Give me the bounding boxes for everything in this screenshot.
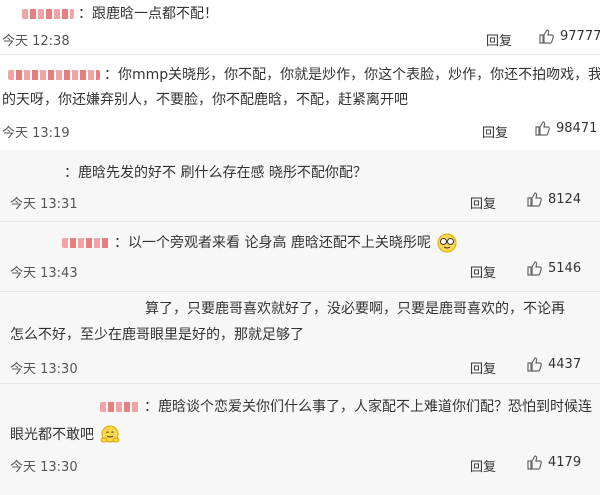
comment-body-line-2: 眼光都不敢吧 bbox=[10, 427, 94, 443]
like-button[interactable]: 8124 bbox=[526, 191, 581, 207]
comment-text: ：鹿晗谈个恋爱关你们什么事了，人家配不上难道你们配？恐怕到时候连 bbox=[100, 396, 592, 418]
comment-item: ：鹿晗先发的好不 刷什么存在感 晓彤不配你配？ 今天 13:31 回复 8124 bbox=[0, 150, 600, 220]
comment-item: ：以一个旁观者来看 论身高 鹿晗还配不上关晓彤呢 今天 13:43 回复 514… bbox=[0, 222, 600, 290]
reply-button[interactable]: 回复 bbox=[470, 262, 496, 281]
hugging-face-emoji bbox=[100, 425, 120, 443]
redacted-username bbox=[22, 9, 74, 19]
comment-time: 今天 13:19 bbox=[2, 126, 70, 141]
comment-body-line-2: 怎么不好，至少在鹿哥眼里是好的，那就足够了 bbox=[10, 327, 304, 343]
like-button[interactable]: 97777 bbox=[538, 28, 600, 44]
comment-text: 怎么不好，至少在鹿哥眼里是好的，那就足够了 bbox=[10, 324, 304, 346]
comment-body: ：鹿晗先发的好不 刷什么存在感 晓彤不配你配？ bbox=[64, 165, 367, 181]
like-button[interactable]: 4179 bbox=[526, 454, 581, 470]
comment-time: 今天 12:38 bbox=[2, 34, 70, 49]
thumbs-up-icon bbox=[539, 29, 554, 44]
like-count: 98471 bbox=[556, 120, 598, 136]
comment-text: 眼光都不敢吧 bbox=[10, 424, 120, 446]
like-count: 4179 bbox=[548, 454, 582, 470]
comment-time: 今天 13:31 bbox=[10, 197, 78, 212]
like-count: 5146 bbox=[548, 260, 582, 276]
comment-time: 今天 13:30 bbox=[10, 362, 78, 377]
thumbs-up-icon bbox=[527, 357, 542, 372]
comment-text: 算了，只要鹿哥喜欢就好了，没必要啊，只要是鹿哥喜欢的，不论再 bbox=[145, 298, 565, 320]
comment-text: ：跟鹿晗一点都不配！ bbox=[22, 3, 218, 25]
glasses-face-emoji bbox=[437, 233, 457, 253]
comment-item: ：你mmp关晓彤，你不配，你就是炒作，你这个表脸，炒作，你还不拍吻戏，我 的天呀… bbox=[0, 56, 600, 148]
reply-button[interactable]: 回复 bbox=[470, 358, 496, 377]
like-button[interactable]: 5146 bbox=[526, 260, 581, 276]
reply-button[interactable]: 回复 bbox=[486, 30, 512, 49]
comment-item: ：跟鹿晗一点都不配！ 今天 12:38 回复 97777 bbox=[0, 0, 600, 52]
comment-text: 的天呀，你还嫌弃别人，不要脸，你不配鹿晗，不配，赶紧离开吧 bbox=[2, 89, 408, 111]
reply-button[interactable]: 回复 bbox=[470, 456, 496, 475]
redacted-username bbox=[62, 238, 110, 248]
thumbs-up-icon bbox=[527, 261, 542, 276]
reply-button[interactable]: 回复 bbox=[482, 122, 508, 141]
divider bbox=[0, 54, 600, 55]
like-button[interactable]: 4437 bbox=[526, 356, 581, 372]
comment-body-line-1: 算了，只要鹿哥喜欢就好了，没必要啊，只要是鹿哥喜欢的，不论再 bbox=[145, 301, 565, 317]
comment-text: ：鹿晗先发的好不 刷什么存在感 晓彤不配你配？ bbox=[10, 162, 367, 184]
comment-body-line-1: ：鹿晗谈个恋爱关你们什么事了，人家配不上难道你们配？恐怕到时候连 bbox=[144, 399, 592, 415]
comment-text: ：你mmp关晓彤，你不配，你就是炒作，你这个表脸，炒作，你还不拍吻戏，我 bbox=[8, 64, 600, 86]
like-count: 8124 bbox=[548, 191, 582, 207]
like-count: 4437 bbox=[548, 356, 582, 372]
comment-text: ：以一个旁观者来看 论身高 鹿晗还配不上关晓彤呢 bbox=[62, 232, 457, 254]
redacted-username bbox=[10, 168, 60, 178]
comment-body: ：以一个旁观者来看 论身高 鹿晗还配不上关晓彤呢 bbox=[114, 235, 431, 251]
comment-item: 算了，只要鹿哥喜欢就好了，没必要啊，只要是鹿哥喜欢的，不论再 怎么不好，至少在鹿… bbox=[0, 292, 600, 382]
reply-button[interactable]: 回复 bbox=[470, 193, 496, 212]
thumbs-up-icon bbox=[527, 455, 542, 470]
redacted-username bbox=[100, 402, 140, 412]
like-count: 97777 bbox=[560, 28, 600, 44]
comment-time: 今天 13:43 bbox=[10, 266, 78, 281]
like-button[interactable]: 98471 bbox=[534, 120, 597, 136]
comment-time: 今天 13:30 bbox=[10, 460, 78, 475]
comment-item: ：鹿晗谈个恋爱关你们什么事了，人家配不上难道你们配？恐怕到时候连 眼光都不敢吧 … bbox=[0, 384, 600, 484]
comment-body-line-1: ：你mmp关晓彤，你不配，你就是炒作，你这个表脸，炒作，你还不拍吻戏，我 bbox=[104, 67, 600, 83]
thumbs-up-icon bbox=[527, 192, 542, 207]
comment-body: ：跟鹿晗一点都不配！ bbox=[78, 6, 218, 22]
thumbs-up-icon bbox=[535, 121, 550, 136]
redacted-username bbox=[8, 70, 100, 80]
comment-body-line-2: 的天呀，你还嫌弃别人，不要脸，你不配鹿晗，不配，赶紧离开吧 bbox=[2, 92, 408, 108]
